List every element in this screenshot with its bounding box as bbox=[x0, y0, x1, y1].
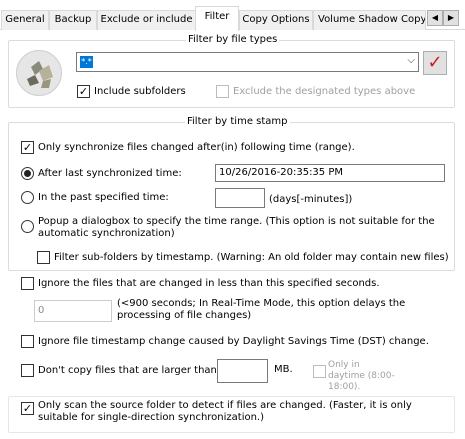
exclude-designated-label: Exclude the designated types above bbox=[233, 86, 416, 97]
scan-source-label: Only scan the source folder to detect if… bbox=[38, 400, 412, 423]
size-limit-field[interactable] bbox=[217, 359, 268, 383]
file-types-legend: Filter by file types bbox=[186, 34, 280, 45]
tab-strip: General Backup Exclude or include Filter… bbox=[0, 0, 465, 31]
tab-copy-options[interactable]: Copy Options bbox=[239, 10, 313, 30]
popup-dialog-label: Popup a dialogbox to specify the time ra… bbox=[38, 216, 435, 239]
scan-source-checkbox[interactable]: ✓ bbox=[21, 402, 34, 415]
size-limit-checkbox[interactable] bbox=[21, 364, 34, 377]
tab-filter[interactable]: Filter bbox=[195, 6, 239, 31]
file-types-group bbox=[8, 40, 455, 108]
ignore-recent-seconds-field[interactable]: 0 bbox=[34, 300, 112, 322]
tab-backup[interactable]: Backup bbox=[49, 10, 97, 30]
filter-subfolders-label: Filter sub-folders by timestamp. (Warnin… bbox=[54, 252, 449, 263]
after-last-sync-label: After last synchronized time: bbox=[38, 168, 182, 179]
daytime-label: Only in daytime (8:00-18:00). bbox=[328, 360, 395, 392]
after-last-sync-radio[interactable] bbox=[21, 167, 34, 180]
past-specified-label: In the past specified time: bbox=[38, 192, 169, 203]
include-subfolders-checkbox[interactable]: ✓ bbox=[77, 85, 90, 98]
past-specified-unit: (days[-minutes]) bbox=[269, 194, 353, 205]
ignore-dst-label: Ignore file timestamp change caused by D… bbox=[38, 336, 429, 347]
tab-scroll-left-button[interactable]: ◀ bbox=[427, 10, 443, 26]
after-last-sync-field[interactable]: 10/26/2016-20:35:35 PM bbox=[215, 164, 445, 182]
exclude-designated-checkbox[interactable] bbox=[216, 85, 229, 98]
only-sync-changed-checkbox[interactable]: ✓ bbox=[21, 141, 34, 154]
ignore-recent-label: Ignore the files that are changed in les… bbox=[38, 278, 380, 289]
chevron-down-icon[interactable]: ⌵ bbox=[407, 55, 415, 66]
size-limit-unit: MB. bbox=[274, 364, 293, 375]
tab-exclude-or-include[interactable]: Exclude or include bbox=[97, 10, 196, 30]
file-types-combo[interactable]: *.* ⌵ bbox=[76, 52, 419, 72]
past-specified-radio[interactable] bbox=[21, 191, 34, 204]
tab-volume-shadow-copy[interactable]: Volume Shadow Copy bbox=[313, 10, 426, 30]
popup-dialog-radio[interactable] bbox=[21, 220, 34, 233]
past-specified-field[interactable] bbox=[215, 188, 265, 208]
include-subfolders-label: Include subfolders bbox=[94, 86, 186, 97]
filter-rocks-icon bbox=[16, 50, 62, 96]
tab-general[interactable]: General bbox=[1, 10, 49, 30]
apply-filter-button[interactable]: ✓ bbox=[423, 51, 447, 75]
time-stamp-legend: Filter by time stamp bbox=[185, 116, 290, 127]
only-sync-changed-label: Only synchronize files changed after(in)… bbox=[38, 142, 355, 153]
tab-scroll-right-button[interactable]: ▶ bbox=[443, 10, 459, 26]
ignore-recent-checkbox[interactable] bbox=[21, 277, 34, 290]
filter-subfolders-checkbox[interactable] bbox=[37, 251, 50, 264]
size-limit-label: Don't copy files that are larger than bbox=[38, 365, 217, 376]
ignore-recent-note: (<900 seconds; In Real-Time Mode, this o… bbox=[117, 298, 406, 321]
daytime-checkbox[interactable] bbox=[313, 365, 326, 378]
file-types-combo-value: *.* bbox=[80, 56, 93, 68]
ignore-dst-checkbox[interactable] bbox=[21, 335, 34, 348]
